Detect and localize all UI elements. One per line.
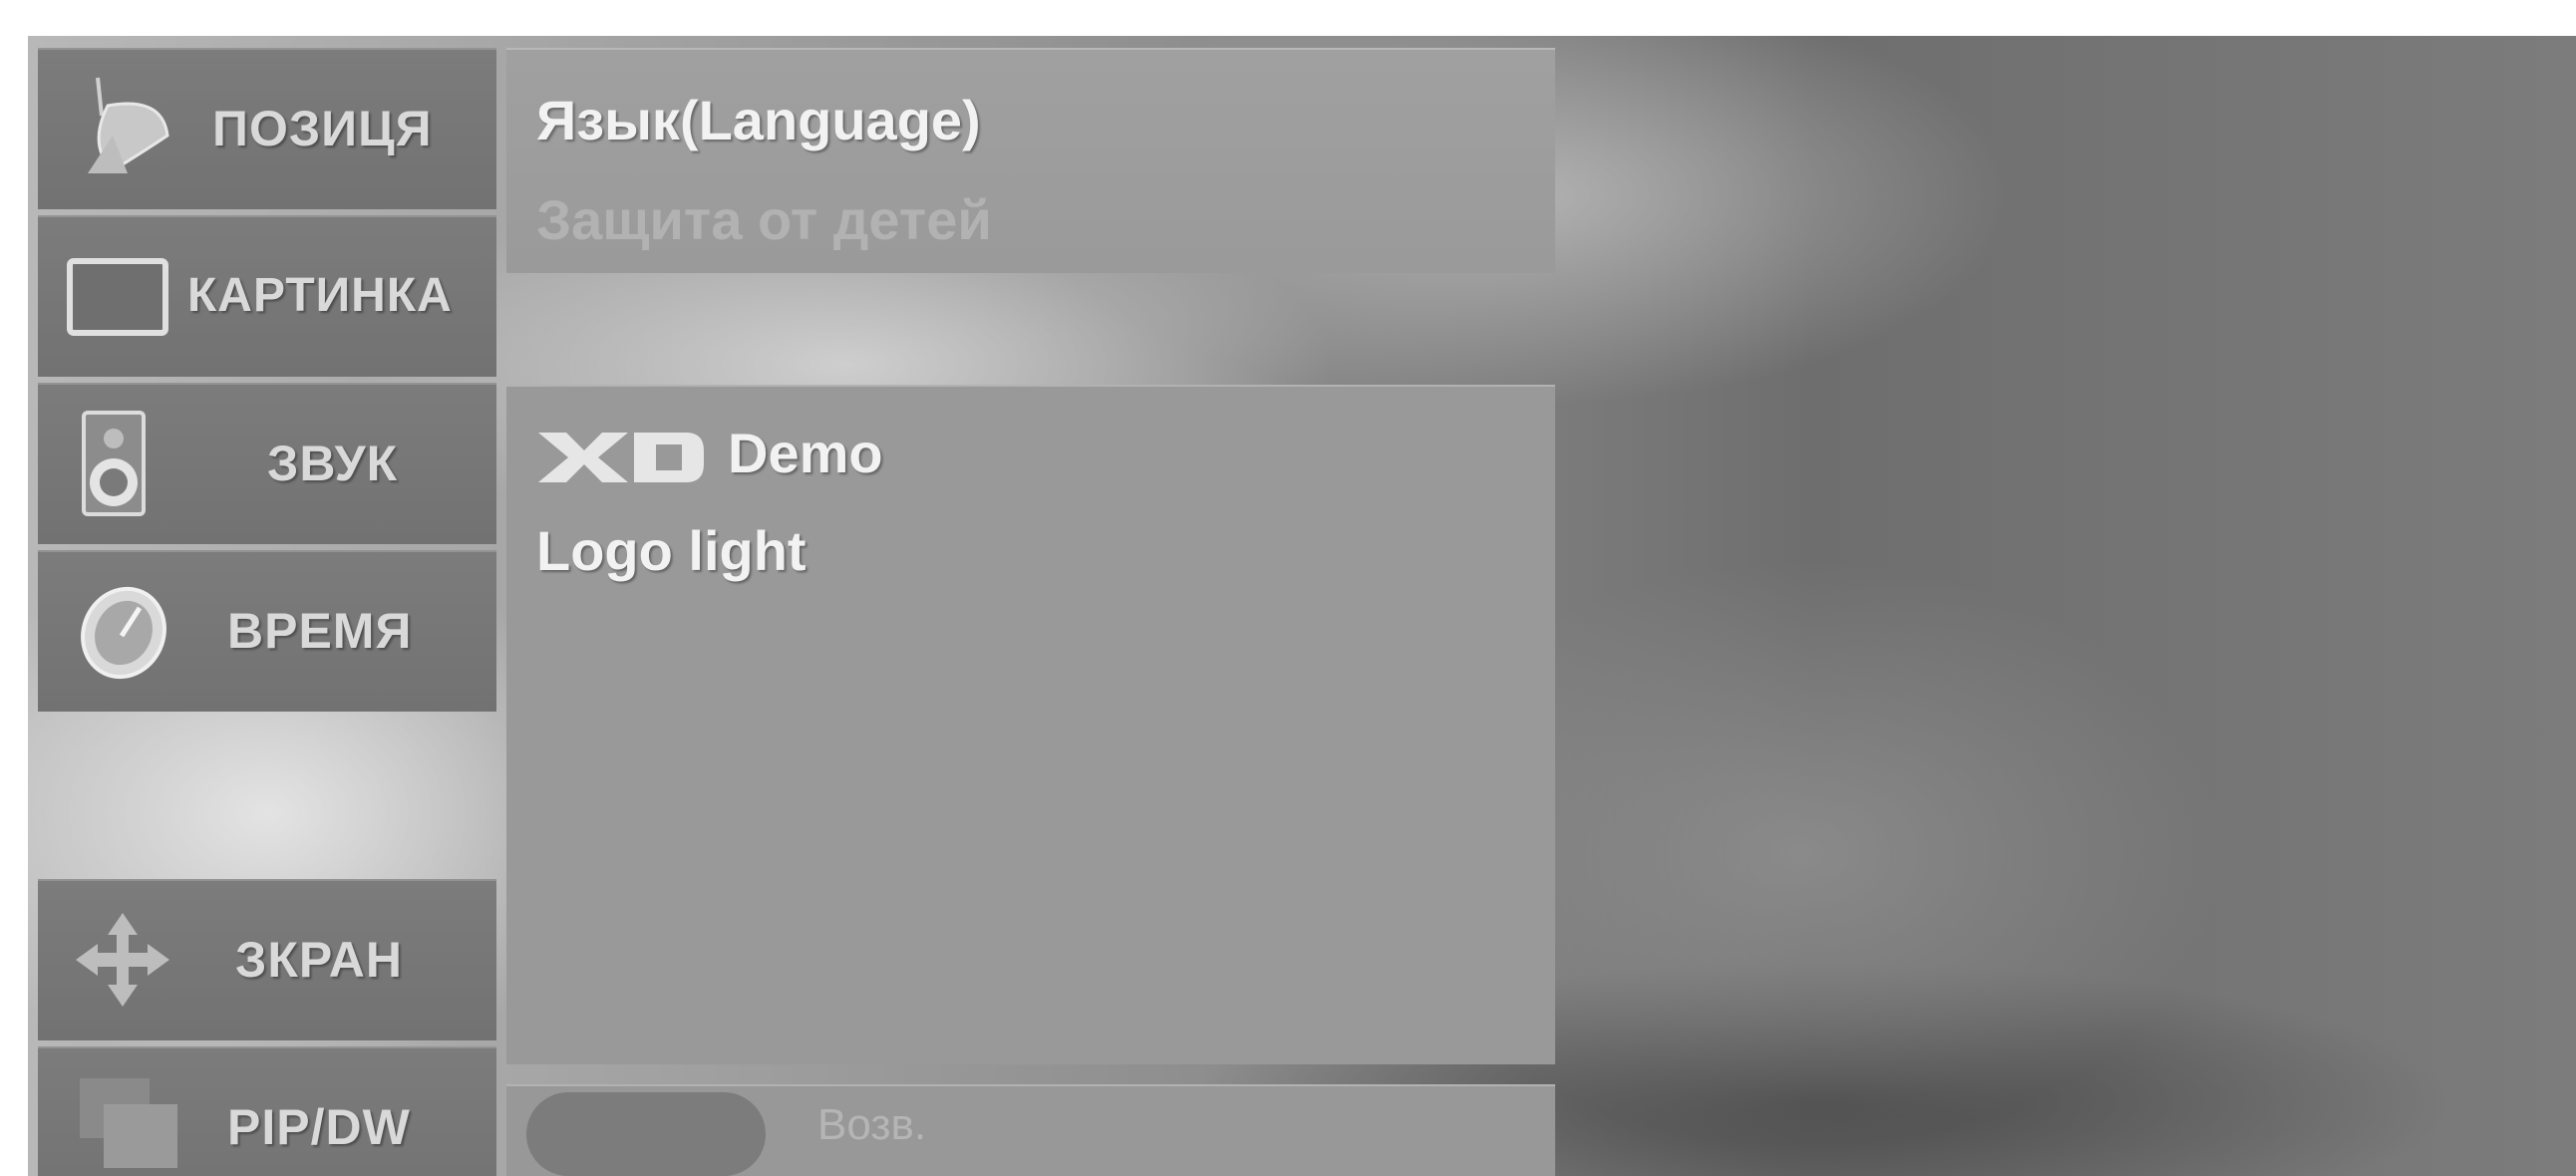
tv-osd-screen: ПОЗИЦЯ КАРТИНКА ЗВУК ВРЕМЯ ЗКРАН PIP/DW … bbox=[28, 36, 2576, 1176]
xd-logo-icon bbox=[538, 433, 704, 482]
sidebar-item-position[interactable]: ПОЗИЦЯ bbox=[38, 48, 496, 209]
options-menu-panel: Demo Logo light bbox=[506, 385, 1555, 1064]
satellite-dish-icon bbox=[88, 77, 169, 173]
language-menu-item[interactable]: Язык(Language) bbox=[536, 88, 981, 152]
sidebar-item-pip[interactable]: PIP/DW bbox=[38, 1046, 496, 1176]
sidebar-item-label: ЗВУК bbox=[267, 436, 399, 491]
screen-icon bbox=[67, 258, 168, 336]
sidebar-item-label: ПОЗИЦЯ bbox=[212, 101, 433, 156]
navigation-hint-bar: Возв. bbox=[506, 1084, 1555, 1176]
sidebar-item-label: КАРТИНКА bbox=[187, 269, 453, 322]
sidebar-item-screen[interactable]: ЗКРАН bbox=[38, 879, 496, 1040]
sidebar-item-label: ЗКРАН bbox=[235, 932, 404, 988]
pip-icon bbox=[80, 1078, 177, 1168]
demo-label: Demo bbox=[728, 422, 883, 484]
language-menu-panel: Язык(Language) Защита от детей bbox=[506, 48, 1555, 273]
move-arrows-icon bbox=[76, 913, 169, 1007]
sidebar-item-picture[interactable]: КАРТИНКА bbox=[38, 215, 496, 377]
back-label: Возв. bbox=[817, 1100, 927, 1149]
speaker-icon bbox=[82, 411, 146, 516]
sidebar-item-sound[interactable]: ЗВУК bbox=[38, 383, 496, 544]
clock-icon bbox=[81, 586, 166, 680]
sidebar-item-label: ВРЕМЯ bbox=[227, 603, 413, 659]
parental-lock-menu-item[interactable]: Защита от детей bbox=[536, 187, 992, 252]
sidebar-item-time[interactable]: ВРЕМЯ bbox=[38, 550, 496, 712]
back-button-icon[interactable] bbox=[526, 1092, 766, 1176]
sidebar-item-label: PIP/DW bbox=[227, 1099, 411, 1155]
logo-light-menu-item[interactable]: Logo light bbox=[536, 518, 806, 583]
